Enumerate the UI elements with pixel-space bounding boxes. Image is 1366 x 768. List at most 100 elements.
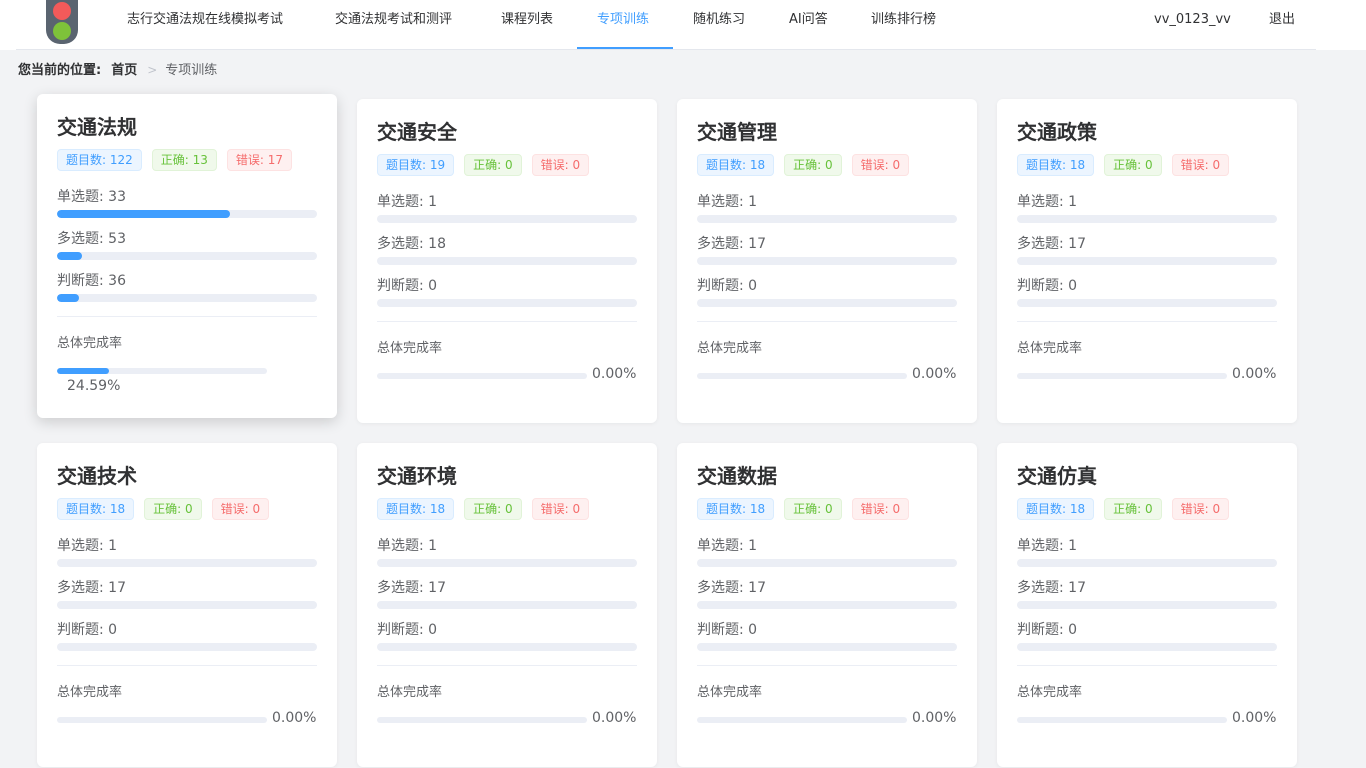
total-completion: 0.00%: [1017, 363, 1277, 403]
topic-card[interactable]: 交通环境 题目数: 18 正确: 0 错误: 0 单选题: 1 多选题: 17 …: [357, 443, 657, 767]
total-completion-progress: [697, 373, 907, 379]
total-completion: 24.59%: [57, 358, 317, 398]
judge-label: 判断题: 0: [697, 278, 758, 294]
single-choice-label: 单选题: 33: [57, 189, 126, 205]
correct-count-tag: 正确: 0: [464, 498, 522, 520]
total-completion-label: 总体完成率: [377, 341, 443, 356]
nav-item-exam[interactable]: 交通法规考试和测评: [335, 0, 452, 50]
judge-progress: [1017, 643, 1277, 651]
multi-choice-progress: [697, 601, 957, 609]
single-choice-row: 单选题: 1: [697, 192, 957, 234]
topic-card[interactable]: 交通仿真 题目数: 18 正确: 0 错误: 0 单选题: 1 多选题: 17 …: [997, 443, 1297, 767]
total-completion: 0.00%: [1017, 707, 1277, 747]
total-completion-label: 总体完成率: [57, 336, 123, 351]
total-completion: 0.00%: [377, 707, 637, 747]
wrong-count-tag: 错误: 0: [1171, 154, 1230, 176]
judge-progress: [697, 299, 957, 307]
nav-item-courses[interactable]: 课程列表: [501, 0, 553, 50]
card-title: 交通政策: [1017, 120, 1097, 144]
question-count-tag: 题目数: 18: [697, 498, 775, 520]
total-completion-label: 总体完成率: [1017, 685, 1083, 700]
total-completion-progress: [1017, 373, 1227, 379]
correct-count-tag: 正确: 0: [784, 498, 842, 520]
header-divider: [16, 49, 1316, 50]
multi-choice-progress: [377, 601, 637, 609]
logout-link[interactable]: 退出: [1269, 0, 1295, 50]
card-tags: 题目数: 18 正确: 0 错误: 0: [377, 498, 637, 522]
single-choice-label: 单选题: 1: [1017, 538, 1078, 554]
card-title: 交通技术: [57, 464, 137, 488]
breadcrumb-lead: 您当前的位置:: [18, 63, 102, 78]
breadcrumb: 您当前的位置: 首页 > 专项训练: [18, 60, 217, 80]
single-choice-progress: [1017, 215, 1277, 223]
card-divider: [697, 321, 957, 322]
wrong-count-tag: 错误: 0: [1171, 498, 1230, 520]
wrong-count-tag: 错误: 0: [211, 498, 270, 520]
multi-choice-label: 多选题: 17: [697, 580, 766, 596]
total-completion-percent: 24.59%: [67, 378, 121, 394]
topic-card[interactable]: 交通法规 题目数: 122 正确: 13 错误: 17 单选题: 33 多选题:…: [37, 94, 337, 418]
question-count-tag: 题目数: 18: [697, 154, 775, 176]
topic-card[interactable]: 交通安全 题目数: 19 正确: 0 错误: 0 单选题: 1 多选题: 18 …: [357, 99, 657, 423]
question-count-tag: 题目数: 18: [1017, 154, 1095, 176]
multi-choice-progress: [57, 252, 317, 260]
judge-row: 判断题: 0: [57, 620, 317, 662]
multi-choice-row: 多选题: 17: [697, 578, 957, 620]
nav-item-random-practice[interactable]: 随机练习: [693, 0, 745, 50]
topic-card[interactable]: 交通管理 题目数: 18 正确: 0 错误: 0 单选题: 1 多选题: 17 …: [677, 99, 977, 423]
traffic-light-logo-icon[interactable]: [46, 0, 78, 44]
breadcrumb-home-link[interactable]: 首页: [111, 63, 137, 78]
correct-count-tag: 正确: 0: [144, 498, 202, 520]
total-completion-progress: [57, 717, 267, 723]
total-completion-percent: 0.00%: [272, 710, 317, 726]
total-completion: 0.00%: [697, 707, 957, 747]
progress-fill: [57, 252, 82, 260]
multi-choice-label: 多选题: 17: [57, 580, 126, 596]
single-choice-progress: [697, 215, 957, 223]
nav-item-special-training[interactable]: 专项训练: [597, 0, 649, 50]
multi-choice-row: 多选题: 18: [377, 234, 637, 276]
nav-item-home-title[interactable]: 志行交通法规在线模拟考试: [127, 0, 283, 50]
multi-choice-label: 多选题: 17: [697, 236, 766, 252]
total-completion-progress: [377, 373, 587, 379]
single-choice-label: 单选题: 1: [57, 538, 118, 554]
card-tags: 题目数: 18 正确: 0 错误: 0: [1017, 498, 1277, 522]
card-divider: [1017, 321, 1277, 322]
judge-row: 判断题: 0: [1017, 620, 1277, 662]
top-navigation-bar: 志行交通法规在线模拟考试 交通法规考试和测评 课程列表 专项训练 随机练习 AI…: [0, 0, 1366, 50]
judge-progress: [1017, 299, 1277, 307]
total-completion-percent: 0.00%: [912, 710, 957, 726]
topic-card[interactable]: 交通技术 题目数: 18 正确: 0 错误: 0 单选题: 1 多选题: 17 …: [37, 443, 337, 767]
judge-label: 判断题: 36: [57, 273, 126, 289]
breadcrumb-separator-icon: >: [147, 63, 158, 77]
single-choice-row: 单选题: 1: [697, 536, 957, 578]
wrong-count-tag: 错误: 0: [531, 498, 590, 520]
total-completion-label: 总体完成率: [1017, 341, 1083, 356]
single-choice-row: 单选题: 1: [57, 536, 317, 578]
card-divider: [377, 321, 637, 322]
judge-label: 判断题: 0: [697, 622, 758, 638]
progress-fill: [57, 210, 230, 218]
judge-label: 判断题: 0: [1017, 278, 1078, 294]
total-completion-percent: 0.00%: [912, 366, 957, 382]
judge-label: 判断题: 0: [377, 622, 438, 638]
total-completion: 0.00%: [697, 363, 957, 403]
multi-choice-progress: [57, 601, 317, 609]
total-completion-progress: [57, 368, 267, 374]
total-completion-label: 总体完成率: [377, 685, 443, 700]
card-title: 交通管理: [697, 120, 777, 144]
total-completion-progress: [377, 717, 587, 723]
judge-progress: [57, 643, 317, 651]
topic-card[interactable]: 交通政策 题目数: 18 正确: 0 错误: 0 单选题: 1 多选题: 17 …: [997, 99, 1297, 423]
multi-choice-progress: [1017, 601, 1277, 609]
judge-label: 判断题: 0: [377, 278, 438, 294]
single-choice-row: 单选题: 33: [57, 187, 317, 229]
card-divider: [697, 665, 957, 666]
total-completion-percent: 0.00%: [592, 710, 637, 726]
single-choice-label: 单选题: 1: [697, 538, 758, 554]
nav-item-ai-qa[interactable]: AI问答: [789, 0, 828, 50]
nav-item-leaderboard[interactable]: 训练排行榜: [871, 0, 936, 50]
username-menu[interactable]: vv_0123_vv: [1154, 0, 1231, 50]
total-completion-label: 总体完成率: [697, 685, 763, 700]
topic-card[interactable]: 交通数据 题目数: 18 正确: 0 错误: 0 单选题: 1 多选题: 17 …: [677, 443, 977, 767]
